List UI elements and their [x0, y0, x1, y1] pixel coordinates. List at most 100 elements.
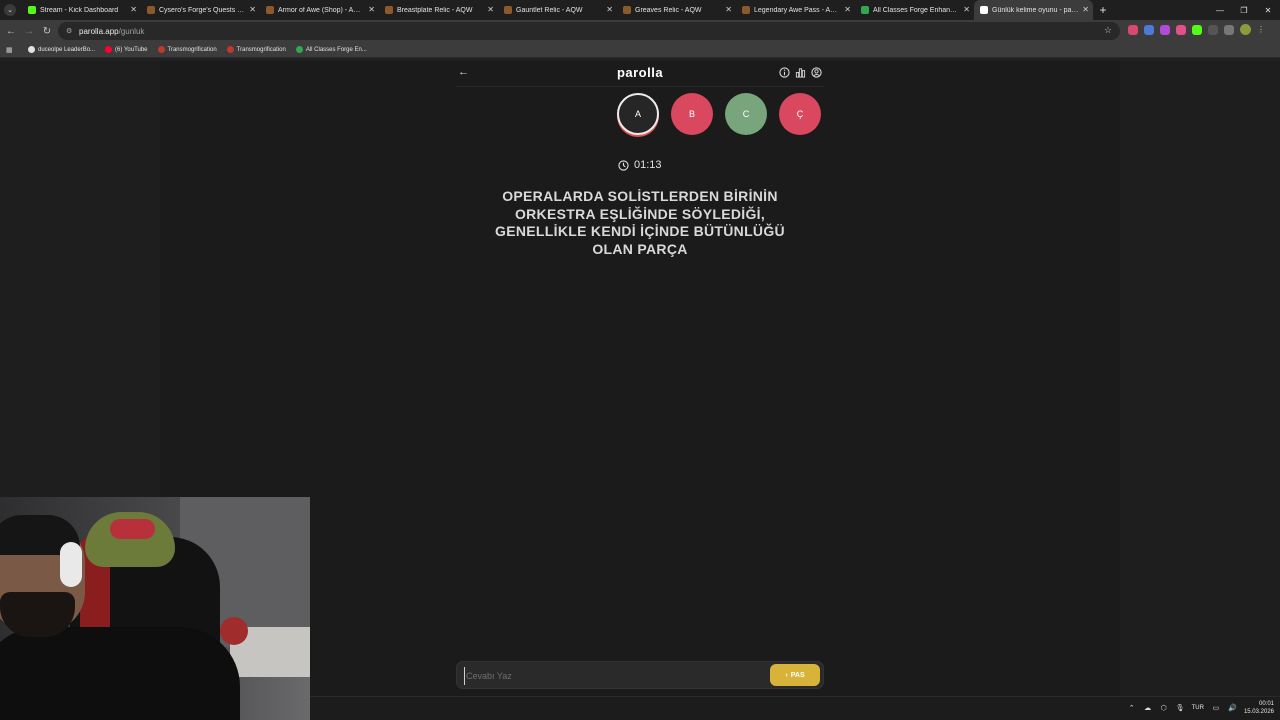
browser-tab[interactable]: Cysero's Forge's Quests - AQW ✕ [141, 0, 260, 20]
browser-tab[interactable]: Gauntlet Relic - AQW ✕ [498, 0, 617, 20]
tab-favicon-icon [266, 6, 274, 14]
chevron-up-icon[interactable]: ⌃ [1128, 704, 1136, 712]
forward-arrow-icon[interactable]: → [20, 26, 38, 37]
tab-title: Legendary Awe Pass - AQW [754, 6, 843, 14]
webcam-ball [220, 617, 248, 645]
security-icon[interactable]: ⬡ [1160, 704, 1168, 712]
bookmark-item[interactable]: Transmogrification [226, 46, 286, 53]
restore-icon[interactable]: ❐ [1232, 6, 1256, 15]
clock-time: 00:01 [1258, 701, 1274, 707]
extension-icon[interactable] [1176, 24, 1186, 35]
minimize-icon[interactable]: — [1208, 6, 1232, 15]
tab-close-icon[interactable]: ✕ [368, 5, 375, 14]
bookmarks-bar: ▦ duceolpe LeaderBo... (6) YouTube Transmo… [0, 42, 1280, 58]
language-indicator[interactable]: TUR [1192, 705, 1204, 711]
tab-close-icon[interactable]: ✕ [606, 5, 613, 14]
clock-icon [618, 159, 629, 171]
tab-search-icon[interactable]: ⌄ [4, 4, 16, 16]
browser-tab[interactable]: Günlük kelime oyunu - parolla ✕ [974, 0, 1093, 20]
bookmark-favicon-icon [157, 46, 165, 53]
webcam-plush-band [110, 519, 155, 539]
app-header: ← parolla [456, 61, 824, 87]
stats-icon[interactable] [795, 67, 806, 78]
browser-tab[interactable]: Breastplate Relic - AQW ✕ [379, 0, 498, 20]
bookmark-star-icon[interactable]: ☆ [1104, 25, 1112, 36]
extension-icon[interactable] [1128, 24, 1138, 35]
back-arrow-icon[interactable]: ← [2, 26, 20, 37]
puzzle-icon[interactable] [1224, 24, 1234, 35]
extension-icon[interactable] [1208, 24, 1218, 35]
tab-title: Günlük kelime oyunu - parolla [992, 6, 1085, 14]
bookmark-label: Transmogrification [236, 46, 286, 53]
apps-grid-icon[interactable]: ▦ [6, 46, 14, 54]
url-host: parolla.app [79, 26, 119, 36]
browser-tab[interactable]: Armor of Awe (Shop) - AQW ✕ [260, 0, 379, 20]
taskbar: ⌃ ☁ ⬡ 🎙 TUR ▭ 🔊 00:01 15.03.2026 [310, 696, 1280, 720]
user-icon[interactable] [811, 67, 822, 78]
chevron-right-icon: › [785, 671, 788, 679]
tab-title: Gauntlet Relic - AQW [516, 6, 583, 14]
tab-favicon-icon [742, 6, 750, 14]
tab-close-icon[interactable]: ✕ [249, 5, 256, 14]
letter-circle-active: A [617, 93, 659, 135]
volume-icon[interactable]: 🔊 [1228, 704, 1237, 712]
microphone-icon[interactable]: 🎙 [1176, 704, 1185, 712]
browser-toolbar: ← → ↻ ⚙ parolla.app/gunluk ☆ ⋮ [0, 20, 1280, 42]
site-info-icon[interactable]: ⚙ [66, 27, 74, 35]
window-controls: — ❐ ✕ [1208, 0, 1280, 20]
clock[interactable]: 00:01 15.03.2026 [1244, 700, 1274, 716]
browser-tab[interactable]: All Classes Forge Enhancements ✕ [855, 0, 974, 20]
bookmark-item[interactable]: Transmogrification [157, 46, 217, 53]
system-tray: ⌃ ☁ ⬡ 🎙 TUR ▭ 🔊 00:01 15.03.2026 [1128, 700, 1274, 716]
tab-close-icon[interactable]: ✕ [725, 5, 732, 14]
bookmark-favicon-icon [105, 46, 113, 53]
tab-close-icon[interactable]: ✕ [963, 5, 970, 14]
tab-favicon-icon [504, 6, 512, 14]
menu-kebab-icon[interactable]: ⋮ [1257, 25, 1265, 34]
tab-close-icon[interactable]: ✕ [130, 5, 137, 14]
bookmark-label: All Classes Forge En... [305, 46, 367, 53]
webcam-headphone [60, 542, 82, 587]
logo: parolla [616, 65, 664, 80]
close-window-icon[interactable]: ✕ [1256, 6, 1280, 15]
tab-favicon-icon [861, 6, 869, 14]
cloud-icon[interactable]: ☁ [1144, 704, 1152, 712]
timer-value: 01:13 [634, 159, 662, 171]
tab-title: Breastplate Relic - AQW [397, 6, 473, 14]
tab-favicon-icon [147, 6, 155, 14]
tab-close-icon[interactable]: ✕ [487, 5, 494, 14]
extension-icon[interactable] [1192, 24, 1202, 35]
address-bar[interactable]: ⚙ parolla.app/gunluk ☆ [58, 22, 1120, 40]
letter-circles: ABCÇ [617, 93, 821, 135]
bookmark-label: Transmogrification [167, 46, 217, 53]
profile-avatar[interactable] [1240, 24, 1251, 35]
tab-strip: ⌄ Stream - Kick Dashboard ✕ Cysero's Forge… [0, 0, 1280, 20]
letter-circle-wrong: Ç [779, 93, 821, 135]
answer-input[interactable] [464, 667, 764, 685]
bookmark-item[interactable]: (6) YouTube [105, 46, 148, 53]
info-icon[interactable] [779, 67, 790, 78]
webcam-person-shirt [0, 627, 240, 720]
tab-close-icon[interactable]: ✕ [1082, 5, 1089, 14]
extension-icon[interactable] [1160, 24, 1170, 35]
extensions-area: ⋮ [1128, 24, 1265, 35]
bookmark-item[interactable]: duceolpe LeaderBo... [28, 46, 95, 53]
tab-close-icon[interactable]: ✕ [844, 5, 851, 14]
tab-favicon-icon [980, 6, 988, 14]
monitor-icon[interactable]: ▭ [1212, 704, 1220, 712]
pass-label: PAS [790, 671, 805, 679]
bookmark-label: duceolpe LeaderBo... [38, 46, 96, 53]
pass-button[interactable]: › PAS [770, 664, 820, 686]
bookmark-label: (6) YouTube [115, 46, 148, 53]
extension-icon[interactable] [1144, 24, 1154, 35]
reload-icon[interactable]: ↻ [38, 26, 56, 37]
letter-circle-right: C [725, 93, 767, 135]
browser-tab[interactable]: Greaves Relic - AQW ✕ [617, 0, 736, 20]
browser-tab[interactable]: Legendary Awe Pass - AQW ✕ [736, 0, 855, 20]
bookmark-favicon-icon [226, 46, 234, 53]
tab-title: Armor of Awe (Shop) - AQW [278, 6, 366, 14]
question-text: OPERALARDA SOLİSTLERDEN BİRİNİN ORKESTRA… [495, 188, 785, 257]
new-tab-button[interactable]: + [1095, 3, 1111, 17]
bookmark-item[interactable]: All Classes Forge En... [295, 46, 367, 53]
browser-tab[interactable]: Stream - Kick Dashboard ✕ [22, 0, 141, 20]
